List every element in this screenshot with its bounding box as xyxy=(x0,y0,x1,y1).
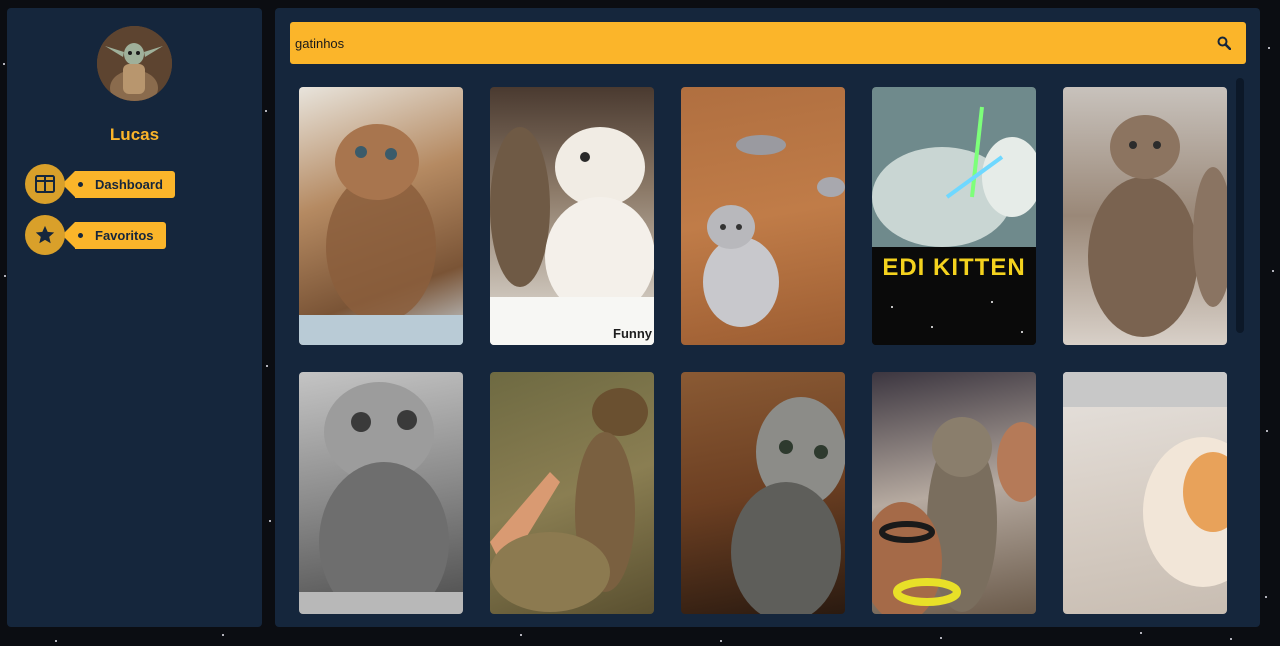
tag-hole xyxy=(78,232,83,238)
gif-card[interactable] xyxy=(299,87,463,345)
gallery-scrollbar[interactable] xyxy=(1236,78,1244,333)
dashboard-icon-badge[interactable] xyxy=(25,164,65,204)
nav-item-dashboard[interactable]: Dashboard xyxy=(25,164,175,204)
search-button[interactable] xyxy=(1202,22,1246,64)
favoritos-label: Favoritos xyxy=(95,227,154,243)
kitten-floor-image xyxy=(703,135,845,327)
kitten-hands-image xyxy=(872,417,1036,614)
gif-gallery: Funny EDI KITTEN xyxy=(299,87,1228,614)
gif-card[interactable] xyxy=(1063,372,1227,614)
gif-card[interactable] xyxy=(1063,87,1227,345)
tabby-kitten-image xyxy=(1088,115,1227,337)
nav-label-dashboard[interactable]: Dashboard xyxy=(62,170,175,198)
nav-label-favoritos[interactable]: Favoritos xyxy=(62,221,166,249)
gif-caption: EDI KITTEN xyxy=(882,254,1026,281)
avatar[interactable] xyxy=(97,26,172,101)
kitten-paw-image xyxy=(490,388,648,612)
gif-card[interactable] xyxy=(299,372,463,614)
gif-card[interactable] xyxy=(681,372,845,614)
username: Lucas xyxy=(109,125,160,144)
search-input[interactable] xyxy=(290,22,1202,64)
gif-card[interactable]: EDI KITTEN xyxy=(872,87,1036,345)
nav-item-favoritos[interactable]: Favoritos xyxy=(25,215,166,255)
star-icon xyxy=(35,225,55,244)
grey-kitten-image xyxy=(299,382,463,614)
gif-card[interactable]: Funny xyxy=(490,87,654,345)
tag-hole xyxy=(78,181,83,187)
tabby-cat-image xyxy=(731,397,845,614)
gif-card[interactable] xyxy=(872,372,1036,614)
dashboard-icon xyxy=(35,175,55,193)
search-bar xyxy=(290,22,1246,64)
gif-card[interactable] xyxy=(681,87,845,345)
avatar-baby-yoda-icon xyxy=(97,26,172,101)
main-panel: Funny xyxy=(275,8,1260,627)
jedi-kitten-image xyxy=(872,87,1036,345)
gif-caption: Funny xyxy=(613,326,652,341)
sidebar: Lucas Dashboard Favoritos xyxy=(7,8,262,627)
orange-kitten-image xyxy=(1063,372,1227,587)
kittens-image xyxy=(490,127,654,345)
search-icon xyxy=(1217,36,1231,50)
gif-card[interactable] xyxy=(490,372,654,614)
dashboard-label: Dashboard xyxy=(95,176,163,192)
star-icon-badge[interactable] xyxy=(25,215,65,255)
kitten-image xyxy=(299,124,463,345)
